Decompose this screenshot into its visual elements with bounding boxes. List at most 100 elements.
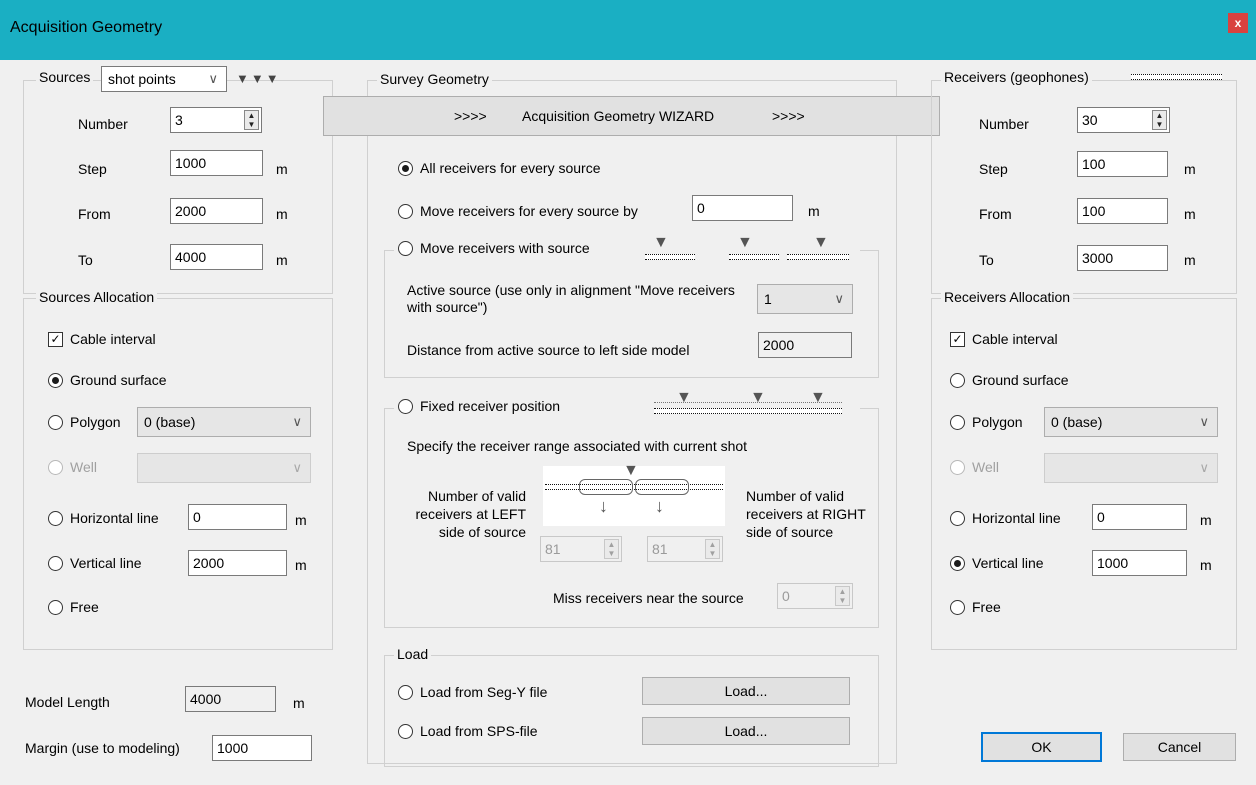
load-segy-button[interactable]: Load... — [642, 677, 850, 705]
chevron-down-icon: ∨ — [1199, 414, 1209, 429]
src-vertical-line-input[interactable]: 2000 — [188, 550, 287, 576]
load-segy-label: Load from Seg-Y file — [420, 684, 548, 700]
source-triangle-icon: ▼ — [737, 234, 753, 251]
rcv-well-radio[interactable] — [950, 460, 965, 475]
sources-from-input[interactable]: 2000 — [170, 198, 263, 224]
load-sps-radio[interactable] — [398, 724, 413, 739]
rcv-polygon-select[interactable]: 0 (base) ∨ — [1044, 407, 1218, 437]
fixed-receiver-diagram: ▼ ▼ ▼ — [650, 389, 846, 418]
sources-to-input[interactable]: 4000 — [170, 244, 263, 270]
sources-type-value: shot points — [108, 71, 176, 87]
rcv-polygon-label: Polygon — [972, 414, 1023, 430]
shot-points-icon: ▼▼▼ — [236, 71, 281, 86]
src-horizontal-line-input[interactable]: 0 — [188, 504, 287, 530]
survey-geometry-label: Survey Geometry — [377, 71, 492, 87]
rcv-horizontal-line-input[interactable]: 0 — [1092, 504, 1187, 530]
src-vertical-line-radio[interactable] — [48, 556, 63, 571]
move-with-source-label: Move receivers with source — [420, 240, 590, 256]
move-by-input[interactable]: 0 — [692, 195, 793, 221]
receivers-step-input[interactable]: 100 — [1077, 151, 1168, 177]
src-polygon-radio[interactable] — [48, 415, 63, 430]
move-by-radio[interactable] — [398, 204, 413, 219]
rcv-horizontal-line-unit: m — [1200, 512, 1212, 528]
model-length-field: 4000 — [185, 686, 276, 712]
miss-receivers-input[interactable]: 0 ▲ ▼ — [777, 583, 853, 609]
receivers-number-spinner[interactable]: ▲ ▼ — [1152, 110, 1167, 130]
active-source-select[interactable]: 1 ∨ — [757, 284, 853, 314]
src-horizontal-line-radio[interactable] — [48, 511, 63, 526]
rcv-polygon-radio[interactable] — [950, 415, 965, 430]
active-source-value: 1 — [764, 291, 772, 307]
src-free-label: Free — [70, 599, 99, 615]
receivers-to-label: To — [979, 252, 994, 268]
rcv-cable-interval-checkbox[interactable]: ✓ — [950, 332, 965, 347]
close-button[interactable]: x — [1228, 13, 1248, 33]
receivers-from-input[interactable]: 100 — [1077, 198, 1168, 224]
load-sps-button[interactable]: Load... — [642, 717, 850, 745]
src-cable-interval-checkbox[interactable]: ✓ — [48, 332, 63, 347]
miss-receivers-spinner[interactable]: ▲ ▼ — [835, 586, 850, 606]
margin-input[interactable]: 1000 — [212, 735, 312, 761]
load-group-label: Load — [394, 646, 432, 662]
ok-button[interactable]: OK — [981, 732, 1102, 762]
geophones-icon — [1131, 74, 1222, 80]
receivers-from-label: From — [979, 206, 1012, 222]
rcv-vertical-line-input[interactable]: 1000 — [1092, 550, 1187, 576]
src-vertical-line-unit: m — [295, 557, 307, 573]
left-right-diagram: ▼ ↓ ↓ — [543, 462, 725, 526]
receivers-to-unit: m — [1184, 252, 1196, 268]
distance-field: 2000 — [758, 332, 852, 358]
left-range-bracket — [579, 479, 633, 495]
chevron-down-icon: ∨ — [292, 460, 302, 475]
src-well-select[interactable]: ∨ — [137, 453, 311, 483]
move-by-label: Move receivers for every source by — [420, 203, 638, 219]
rcv-free-label: Free — [972, 599, 1001, 615]
rcv-free-radio[interactable] — [950, 600, 965, 615]
sources-step-input[interactable]: 1000 — [170, 150, 263, 176]
src-free-radio[interactable] — [48, 600, 63, 615]
fixed-receiver-label: Fixed receiver position — [420, 398, 561, 414]
src-polygon-select[interactable]: 0 (base) ∨ — [137, 407, 311, 437]
receiver-cable-line — [729, 254, 779, 260]
rcv-ground-surface-radio[interactable] — [950, 373, 965, 388]
arrow-down-icon: ↓ — [655, 496, 664, 516]
load-segy-radio[interactable] — [398, 685, 413, 700]
source-triangle-icon: ▼ — [653, 234, 669, 251]
right-valid-input[interactable]: 81 ▲ ▼ — [647, 536, 723, 562]
right-valid-label: Number of valid receivers at RIGHT side … — [746, 488, 866, 540]
rcv-horizontal-line-radio[interactable] — [950, 511, 965, 526]
move-with-source-radio[interactable] — [398, 241, 413, 256]
margin-label: Margin (use to modeling) — [25, 740, 180, 756]
wizard-button[interactable]: >>>> Acquisition Geometry WIZARD >>>> — [323, 96, 940, 136]
src-horizontal-line-unit: m — [295, 512, 307, 528]
sources-type-select[interactable]: shot points ∨ — [101, 66, 227, 92]
src-vertical-line-label: Vertical line — [70, 555, 142, 571]
chevron-down-icon: ∨ — [834, 291, 844, 306]
receivers-to-input[interactable]: 3000 — [1077, 245, 1168, 271]
receivers-number-input[interactable]: 30 ▲ ▼ — [1077, 107, 1170, 133]
chevron-down-icon: ∨ — [1199, 460, 1209, 475]
fixed-receiver-radio[interactable] — [398, 399, 413, 414]
rcv-well-select[interactable]: ∨ — [1044, 453, 1218, 483]
arrow-down-icon: ↓ — [599, 496, 608, 516]
right-valid-spinner[interactable]: ▲ ▼ — [705, 539, 720, 559]
sources-number-spinner[interactable]: ▲ ▼ — [244, 110, 259, 130]
load-sps-label: Load from SPS-file — [420, 723, 538, 739]
rcv-vertical-line-unit: m — [1200, 557, 1212, 573]
all-receivers-radio[interactable] — [398, 161, 413, 176]
left-valid-input[interactable]: 81 ▲ ▼ — [540, 536, 622, 562]
src-well-radio[interactable] — [48, 460, 63, 475]
rcv-vertical-line-radio[interactable] — [950, 556, 965, 571]
src-polygon-value: 0 (base) — [144, 414, 196, 430]
src-ground-surface-radio[interactable] — [48, 373, 63, 388]
receivers-step-label: Step — [979, 161, 1008, 177]
range-bracket — [654, 402, 842, 407]
sources-allocation-label: Sources Allocation — [36, 289, 158, 305]
receivers-number-value: 30 — [1082, 112, 1098, 128]
cancel-button[interactable]: Cancel — [1123, 733, 1236, 761]
sources-number-input[interactable]: 3 ▲ ▼ — [170, 107, 262, 133]
load-group — [384, 655, 879, 767]
src-well-label: Well — [70, 459, 97, 475]
rcv-horizontal-line-label: Horizontal line — [972, 510, 1061, 526]
left-valid-spinner[interactable]: ▲ ▼ — [604, 539, 619, 559]
